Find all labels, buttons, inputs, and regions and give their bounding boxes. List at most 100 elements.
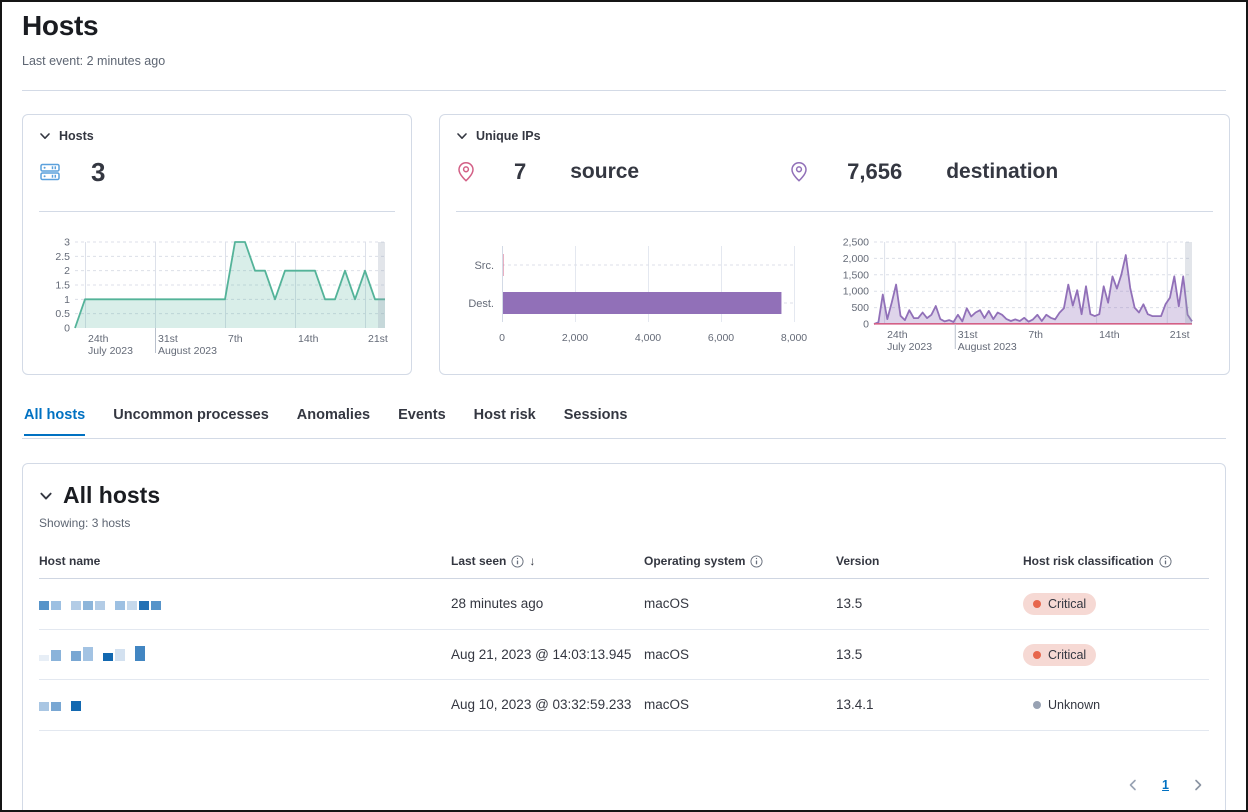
risk-dot-icon [1033, 651, 1041, 659]
map-pin-icon [789, 161, 809, 183]
table-row: Aug 10, 2023 @ 03:32:59.233 macOS 13.4.1… [39, 680, 1209, 731]
table-row: Aug 21, 2023 @ 14:03:13.945 macOS 13.5 C… [39, 629, 1209, 680]
source-ips-count: 7 [514, 159, 526, 185]
risk-dot-icon [1033, 701, 1041, 709]
tab-sessions[interactable]: Sessions [564, 407, 628, 436]
svg-text:24th: 24th [887, 329, 908, 341]
info-icon[interactable] [1159, 555, 1172, 568]
svg-text:1.5: 1.5 [55, 280, 70, 292]
version-value: 13.5 [836, 629, 1023, 680]
host-name-link[interactable] [39, 695, 443, 711]
destination-ips-kpi: 7,656 destination [789, 159, 1058, 185]
col-host-risk: Host risk classification [1023, 548, 1209, 579]
svg-text:August 2023: August 2023 [158, 345, 217, 357]
svg-text:7th: 7th [1028, 329, 1043, 341]
info-icon[interactable] [750, 555, 763, 568]
source-ips-label: source [570, 160, 639, 184]
svg-text:1,000: 1,000 [843, 286, 869, 298]
risk-badge: Critical [1023, 593, 1096, 615]
host-name-link[interactable] [39, 645, 443, 661]
last-seen-value: 28 minutes ago [451, 579, 644, 630]
svg-text:2,000: 2,000 [562, 332, 588, 344]
risk-badge: Unknown [1023, 694, 1110, 716]
chevron-down-icon[interactable] [456, 130, 468, 142]
svg-text:July 2023: July 2023 [88, 345, 133, 357]
kpi-row: Hosts 3 00.511.522.5324thJuly 202331stAu [22, 114, 1230, 375]
risk-dot-icon [1033, 600, 1041, 608]
svg-text:0: 0 [64, 323, 70, 335]
svg-text:2.5: 2.5 [55, 251, 70, 263]
tab-host-risk[interactable]: Host risk [474, 407, 536, 436]
col-host-name: Host name [39, 548, 451, 579]
destination-ips-label: destination [946, 160, 1058, 184]
svg-text:14th: 14th [298, 333, 319, 345]
chevron-down-icon[interactable] [39, 130, 51, 142]
svg-text:0.5: 0.5 [55, 308, 70, 320]
page-title: Hosts [22, 10, 165, 42]
svg-text:7th: 7th [228, 333, 243, 345]
svg-text:0: 0 [499, 332, 505, 344]
svg-text:1: 1 [64, 294, 70, 306]
pagination: 1 [1124, 776, 1207, 794]
svg-text:31st: 31st [958, 329, 978, 341]
svg-text:2,000: 2,000 [843, 253, 869, 265]
host-name-link[interactable] [39, 594, 443, 610]
version-value: 13.4.1 [836, 680, 1023, 731]
panel-divider [39, 211, 395, 212]
all-hosts-table: Host name Last seen ↓ Operating system [39, 548, 1209, 731]
svg-text:21st: 21st [368, 333, 388, 345]
os-value: macOS [644, 629, 836, 680]
unique-ips-kpi-panel: Unique IPs 7 source [439, 114, 1230, 375]
page-number[interactable]: 1 [1162, 778, 1169, 792]
svg-text:2: 2 [64, 265, 70, 277]
svg-text:24th: 24th [88, 333, 109, 345]
svg-text:August 2023: August 2023 [958, 341, 1017, 353]
tabs-divider [22, 438, 1226, 439]
tab-all-hosts[interactable]: All hosts [24, 407, 85, 436]
svg-text:0: 0 [863, 319, 869, 331]
all-hosts-panel: All hosts Showing: 3 hosts Host name Las… [22, 463, 1226, 812]
svg-text:2,500: 2,500 [843, 237, 869, 249]
svg-text:6,000: 6,000 [708, 332, 734, 344]
chevron-down-icon[interactable] [39, 489, 53, 503]
hosts-panel-title: Hosts [59, 129, 94, 143]
chevron-left-icon[interactable] [1124, 776, 1142, 794]
col-operating-system: Operating system [644, 548, 836, 579]
header-divider [22, 90, 1226, 91]
showing-count: Showing: 3 hosts [39, 516, 1209, 530]
hosts-count: 3 [91, 157, 105, 188]
version-value: 13.5 [836, 579, 1023, 630]
table-row: 28 minutes ago macOS 13.5 Critical [39, 579, 1209, 630]
unique-ips-panel-title: Unique IPs [476, 129, 541, 143]
col-last-seen[interactable]: Last seen ↓ [451, 548, 644, 579]
svg-text:Dest.: Dest. [468, 298, 494, 310]
hosts-tabs: All hosts Uncommon processes Anomalies E… [24, 407, 627, 436]
svg-text:31st: 31st [158, 333, 178, 345]
svg-text:14th: 14th [1099, 329, 1120, 341]
unique-ips-bar-chart[interactable]: 02,0004,0006,0008,000Src.Dest. [456, 236, 812, 359]
svg-text:4,000: 4,000 [635, 332, 661, 344]
info-icon[interactable] [511, 555, 524, 568]
source-ips-kpi: 7 source [456, 159, 639, 185]
os-value: macOS [644, 680, 836, 731]
tab-uncommon-processes[interactable]: Uncommon processes [113, 407, 269, 436]
tab-events[interactable]: Events [398, 407, 446, 436]
svg-text:21st: 21st [1170, 329, 1190, 341]
map-pin-icon [456, 161, 476, 183]
chevron-right-icon[interactable] [1189, 776, 1207, 794]
page-header: Hosts Last event: 2 minutes ago [22, 10, 165, 68]
tab-anomalies[interactable]: Anomalies [297, 407, 370, 436]
hosts-kpi-panel: Hosts 3 00.511.522.5324thJuly 202331stAu [22, 114, 412, 375]
hosts-page: Hosts Last event: 2 minutes ago Hosts [0, 0, 1248, 812]
os-value: macOS [644, 579, 836, 630]
svg-text:Src.: Src. [474, 260, 494, 272]
svg-text:July 2023: July 2023 [887, 341, 932, 353]
storage-icon [39, 161, 61, 183]
panel-divider [456, 211, 1213, 212]
svg-text:3: 3 [64, 237, 70, 249]
last-seen-value: Aug 10, 2023 @ 03:32:59.233 [451, 680, 644, 731]
hosts-area-chart[interactable]: 0 0.5 1 1.5 2 2.5 3 24thJuly 2023 31stAugust 202… [39, 236, 395, 363]
destination-ips-area-chart[interactable]: 05001,0001,5002,0002,50024thJuly 202331s… [828, 236, 1204, 359]
last-event-text: Last event: 2 minutes ago [22, 54, 165, 68]
sort-desc-icon[interactable]: ↓ [529, 554, 535, 568]
